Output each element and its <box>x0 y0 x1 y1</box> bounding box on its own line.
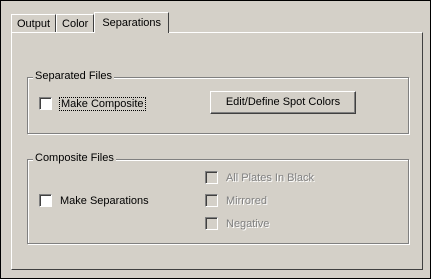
mirrored-label: Mirrored <box>226 194 267 207</box>
make-separations-label: Make Separations <box>60 194 149 207</box>
negative-label: Negative <box>226 217 270 230</box>
composite-files-group: Composite Files Make Separations All Pla… <box>27 152 409 244</box>
all-plates-in-black-label: All Plates In Black <box>226 171 315 184</box>
make-composite-checkbox-box[interactable] <box>39 97 52 110</box>
dialog-frame: Output Color Separations Separated Files… <box>0 0 431 279</box>
tab-separations[interactable]: Separations <box>94 12 170 33</box>
make-composite-checkbox[interactable]: Make Composite <box>39 96 146 111</box>
negative-checkbox[interactable]: Negative <box>205 217 269 230</box>
composite-files-group-title: Composite Files <box>33 152 116 164</box>
mirrored-checkbox[interactable]: Mirrored <box>205 194 267 207</box>
tab-color[interactable]: Color <box>56 14 95 32</box>
tab-output[interactable]: Output <box>11 14 57 32</box>
all-plates-in-black-checkbox[interactable]: All Plates In Black <box>205 171 314 184</box>
edit-define-spot-colors-button[interactable]: Edit/Define Spot Colors <box>210 91 356 114</box>
mirrored-checkbox-box[interactable] <box>205 194 218 207</box>
separated-files-group-title: Separated Files <box>33 70 115 82</box>
separations-tab-panel: Separated Files Make Composite Edit/Defi… <box>11 32 423 270</box>
make-composite-label: Make Composite <box>59 96 146 111</box>
negative-checkbox-box[interactable] <box>205 217 218 230</box>
separated-files-group: Separated Files Make Composite Edit/Defi… <box>27 70 409 134</box>
make-separations-checkbox[interactable]: Make Separations <box>39 194 149 207</box>
tab-strip: Output Color Separations <box>11 12 170 33</box>
all-plates-in-black-checkbox-box[interactable] <box>205 171 218 184</box>
make-separations-checkbox-box[interactable] <box>39 194 52 207</box>
